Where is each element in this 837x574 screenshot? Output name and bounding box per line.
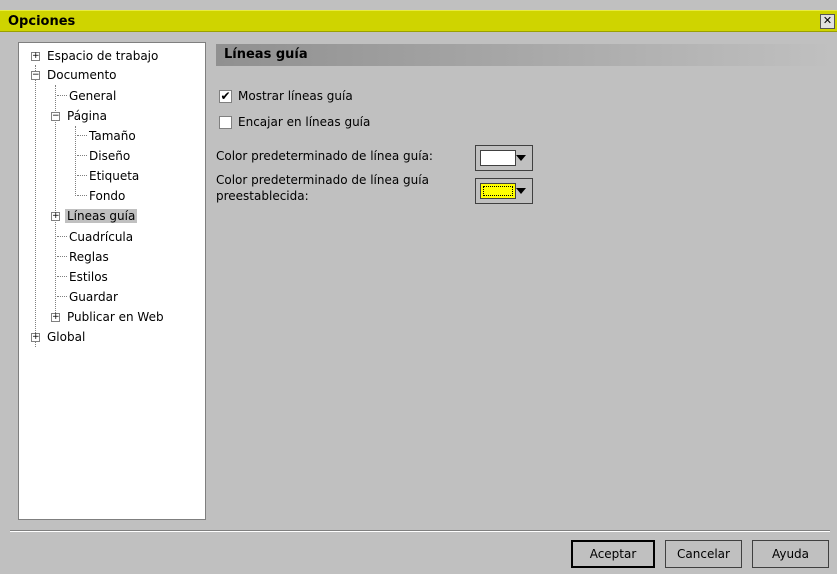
tree-item-label: Guardar — [69, 290, 118, 304]
expand-icon[interactable]: + — [51, 313, 60, 322]
snap-guides-checkbox[interactable] — [219, 116, 232, 129]
checkmark-icon: ✔ — [220, 89, 231, 103]
tree-connector — [57, 276, 67, 277]
tree-item-label: Global — [47, 330, 86, 344]
tree-item-label: Espacio de trabajo — [47, 49, 159, 63]
tree-item-label: Tamaño — [89, 129, 136, 143]
tree-item-fondo[interactable]: Fondo — [87, 187, 127, 205]
tree-item-label: Página — [67, 109, 107, 123]
dropdown-arrow-icon — [516, 155, 526, 161]
tree-item-label: Documento — [47, 68, 117, 82]
tree-item-label: Diseño — [89, 149, 131, 163]
default-color-label: Color predeterminado de línea guía: — [216, 149, 433, 163]
tree-item-espacio-de-trabajo[interactable]: + Espacio de trabajo — [31, 47, 160, 65]
tree-item-reglas[interactable]: Reglas — [67, 248, 111, 266]
collapse-icon[interactable]: − — [51, 112, 60, 121]
tree-connector — [77, 195, 87, 196]
tree-item-global[interactable]: + Global — [31, 328, 87, 346]
tree-item-lineas-guia[interactable]: + Líneas guía — [51, 207, 138, 225]
tree-connector — [57, 256, 67, 257]
show-guides-checkbox[interactable]: ✔ — [219, 90, 232, 103]
close-icon[interactable]: ✕ — [820, 14, 835, 29]
tree-connector — [57, 236, 67, 237]
tree-item-diseno[interactable]: Diseño — [87, 147, 132, 165]
tree-item-label: General — [69, 89, 117, 103]
show-guides-label: Mostrar líneas guía — [238, 89, 353, 103]
tree-item-etiqueta[interactable]: Etiqueta — [87, 167, 141, 185]
tree-item-cuadricula[interactable]: Cuadrícula — [67, 228, 135, 246]
dialog-title: Opciones — [8, 14, 76, 29]
expand-icon[interactable]: + — [31, 52, 40, 61]
tree-item-documento[interactable]: − Documento — [31, 66, 119, 84]
tree-item-pagina[interactable]: − Página — [51, 107, 109, 125]
tree-item-tamano[interactable]: Tamaño — [87, 127, 138, 145]
tree-connector — [77, 175, 87, 176]
default-color-picker[interactable] — [475, 145, 533, 171]
title-bar: Opciones ✕ — [0, 10, 837, 32]
tree-item-label: Estilos — [69, 270, 108, 284]
tree-connector — [57, 296, 67, 297]
expand-icon[interactable]: + — [31, 333, 40, 342]
tree-item-label: Publicar en Web — [67, 310, 164, 324]
tree-item-label: Fondo — [89, 189, 126, 203]
preset-color-picker[interactable] — [475, 178, 533, 204]
tree-connector — [35, 65, 36, 347]
section-title: Líneas guía — [224, 47, 308, 62]
tree-item-publicar-en-web[interactable]: + Publicar en Web — [51, 308, 166, 326]
tree-item-estilos[interactable]: Estilos — [67, 268, 110, 286]
tree-connector — [77, 135, 87, 136]
options-dialog: Opciones ✕ + Espacio de trabajo − Docume… — [0, 0, 837, 574]
options-tree: + Espacio de trabajo − Documento General… — [18, 42, 206, 520]
color-swatch — [480, 150, 516, 166]
tree-connector — [75, 126, 76, 196]
cancel-button[interactable]: Cancelar — [665, 540, 742, 568]
ok-button[interactable]: Aceptar — [571, 540, 655, 568]
section-header: Líneas guía — [216, 44, 834, 66]
tree-item-label: Etiqueta — [89, 169, 140, 183]
tree-item-label: Reglas — [69, 250, 109, 264]
separator — [10, 530, 830, 532]
tree-item-label: Líneas guía — [65, 209, 138, 223]
dropdown-arrow-icon — [516, 188, 526, 194]
expand-icon[interactable]: + — [51, 212, 60, 221]
tree-connector — [57, 95, 67, 96]
help-button[interactable]: Ayuda — [752, 540, 829, 568]
preset-color-label-line2: preestablecida: — [216, 189, 309, 203]
collapse-icon[interactable]: − — [31, 71, 40, 80]
tree-item-general[interactable]: General — [67, 87, 118, 105]
preset-color-label-line1: Color predeterminado de línea guía — [216, 173, 429, 187]
color-swatch — [480, 183, 516, 199]
snap-guides-label: Encajar en líneas guía — [238, 115, 371, 129]
tree-connector — [77, 155, 87, 156]
tree-item-guardar[interactable]: Guardar — [67, 288, 120, 306]
tree-item-label: Cuadrícula — [69, 230, 134, 244]
